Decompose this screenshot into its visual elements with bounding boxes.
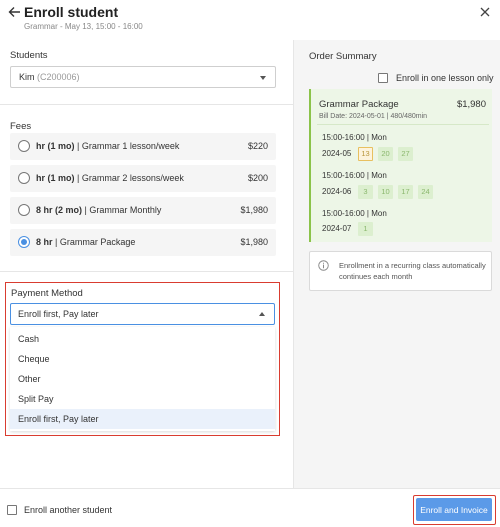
fee-name: 8 hr | Grammar Package: [36, 237, 135, 247]
package-bill-date: Bill Date: 2024-05-01 | 480/480min: [319, 113, 428, 120]
dialog-footer: Enroll another student Enroll and Invoic…: [0, 488, 500, 527]
student-select[interactable]: Kim (C200006): [10, 66, 276, 88]
fee-name: 8 hr (2 mo) | Grammar Monthly: [36, 205, 161, 215]
one-lesson-checkbox[interactable]: [378, 73, 388, 83]
order-summary-panel: Order Summary Enroll in one lesson only …: [293, 40, 500, 488]
package-card: Grammar Package $1,980 Bill Date: 2024-0…: [309, 89, 492, 242]
fees-label: Fees: [10, 121, 32, 132]
lesson-day: 17: [398, 185, 413, 199]
fee-option[interactable]: hr (1 mo) | Grammar 2 lessons/week $200: [10, 165, 276, 192]
payment-method-label: Payment Method: [11, 288, 83, 299]
schedule-month: 2024-05: [322, 149, 352, 158]
fee-price: $220: [247, 141, 268, 151]
payment-option-other[interactable]: Other: [10, 369, 275, 389]
page-subtitle: Grammar - May 13, 15:00 - 16:00: [24, 22, 143, 31]
lesson-day: 1: [358, 222, 373, 236]
fee-price: $1,980: [240, 237, 268, 247]
fee-title: | Grammar 2 lessons/week: [74, 173, 184, 183]
payment-option-cheque[interactable]: Cheque: [10, 349, 275, 369]
order-summary-title: Order Summary: [309, 51, 377, 62]
back-arrow-icon[interactable]: [8, 4, 22, 20]
lesson-day: 10: [378, 185, 393, 199]
schedule-month: 2024-06: [322, 187, 352, 196]
fee-duration: 8 hr (2 mo): [36, 205, 83, 215]
schedule-time: 15:00-16:00 | Mon: [322, 133, 387, 142]
fee-radio-3[interactable]: [18, 204, 30, 216]
fee-radio-1[interactable]: [18, 140, 30, 152]
fee-duration: 8 hr: [36, 237, 53, 247]
one-lesson-label: Enroll in one lesson only: [396, 73, 494, 83]
schedule-month: 2024-07: [322, 224, 352, 233]
fee-duration: hr (1 mo): [36, 141, 75, 151]
fee-option[interactable]: 8 hr (2 mo) | Grammar Monthly $1,980: [10, 197, 276, 224]
divider: [317, 124, 489, 125]
dialog-header: Enroll student Grammar - May 13, 15:00 -…: [0, 0, 500, 40]
recurring-info-box: Enrollment in a recurring class automati…: [309, 251, 492, 291]
chevron-up-icon: [259, 312, 265, 316]
fee-option[interactable]: hr (1 mo) | Grammar 1 lesson/week $220: [10, 133, 276, 160]
schedule-time: 15:00-16:00 | Mon: [322, 209, 387, 218]
page-title: Enroll student: [24, 4, 119, 20]
info-icon: [318, 260, 329, 271]
fee-radio-2[interactable]: [18, 172, 30, 184]
fee-option[interactable]: 8 hr | Grammar Package $1,980: [10, 229, 276, 256]
fee-name: hr (1 mo) | Grammar 1 lesson/week: [36, 141, 179, 151]
package-price: $1,980: [456, 99, 486, 110]
enroll-button-highlight: Enroll and Invoice: [413, 495, 496, 525]
fee-duration: hr (1 mo): [36, 173, 75, 183]
fee-title: | Grammar Package: [52, 237, 136, 247]
student-select-value: Kim (C200006): [19, 72, 80, 82]
lesson-day: 24: [418, 185, 433, 199]
payment-option-cash[interactable]: Cash: [10, 329, 275, 349]
payment-method-section: Payment Method Enroll first, Pay later C…: [5, 282, 280, 436]
enroll-form-panel: Students Kim (C200006) Fees hr (1 mo) | …: [0, 40, 293, 488]
divider: [0, 271, 293, 272]
lesson-day: 27: [398, 147, 413, 161]
payment-option-enroll-first[interactable]: Enroll first, Pay later: [10, 409, 275, 429]
payment-method-select[interactable]: Enroll first, Pay later: [10, 303, 275, 325]
schedule-time: 15:00-16:00 | Mon: [322, 171, 387, 180]
student-name: Kim: [19, 72, 35, 82]
student-code: (C200006): [37, 72, 80, 82]
close-icon[interactable]: [479, 6, 491, 18]
recurring-info-text: Enrollment in a recurring class automati…: [339, 261, 486, 281]
enroll-another-label: Enroll another student: [24, 505, 113, 515]
lesson-day-current: 13: [358, 147, 373, 161]
enroll-and-invoice-button[interactable]: Enroll and Invoice: [416, 498, 492, 521]
divider: [0, 104, 293, 105]
package-name: Grammar Package: [319, 99, 399, 110]
fee-radio-4-checked[interactable]: [18, 236, 30, 248]
fee-title: | Grammar Monthly: [82, 205, 162, 215]
fee-name: hr (1 mo) | Grammar 2 lessons/week: [36, 173, 184, 183]
payment-method-dropdown: Cash Cheque Other Split Pay Enroll first…: [10, 327, 275, 431]
fee-title: | Grammar 1 lesson/week: [74, 141, 180, 151]
fee-price: $200: [247, 173, 268, 183]
fee-price: $1,980: [240, 205, 268, 215]
lesson-day: 20: [378, 147, 393, 161]
payment-option-split-pay[interactable]: Split Pay: [10, 389, 275, 409]
lesson-day: 3: [358, 185, 373, 199]
enroll-another-checkbox[interactable]: [7, 505, 17, 515]
students-label: Students: [10, 50, 48, 61]
chevron-down-icon: [260, 76, 266, 80]
payment-method-value: Enroll first, Pay later: [18, 309, 99, 319]
